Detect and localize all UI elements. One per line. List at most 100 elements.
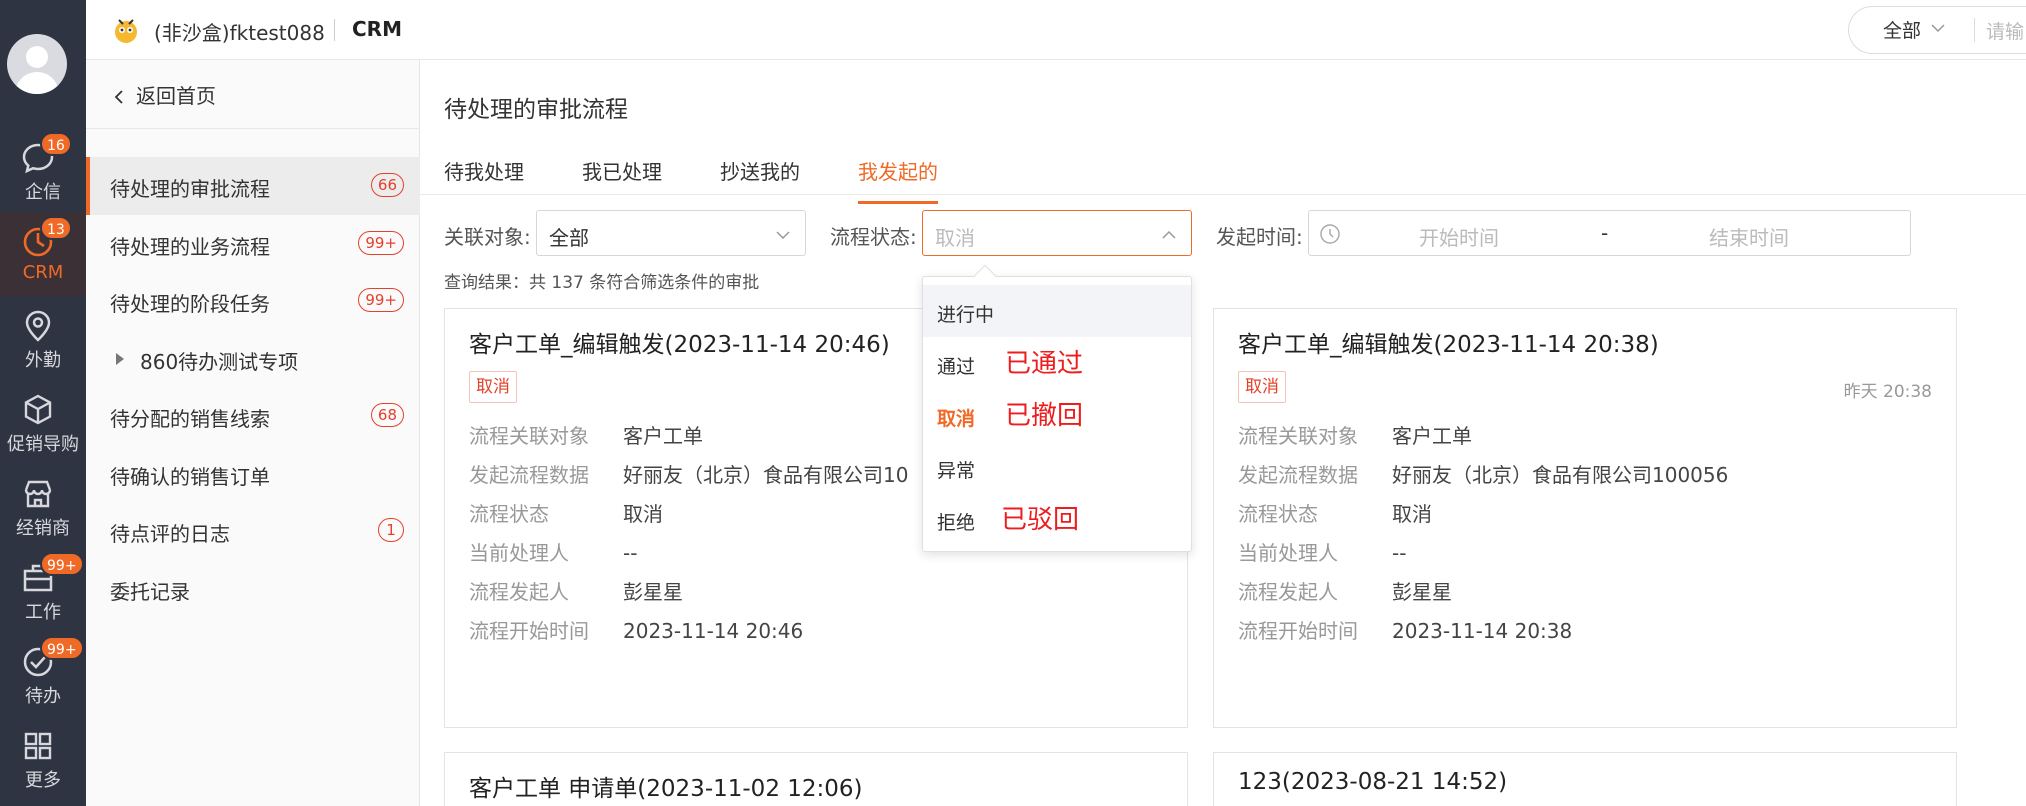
approval-card[interactable]: 客户工单 申请单(2023-11-02 12:06) (444, 752, 1188, 806)
app-rail: 16 企信 13 CRM 外勤 促销导购 经销商 99+ 工作 99+ 待办 更… (0, 0, 86, 806)
chevron-left-icon (114, 90, 123, 104)
field-label: 流程关联对象 (1238, 424, 1358, 448)
option-label: 进行中 (937, 304, 995, 326)
status-dropdown-menu: 进行中 通过 取消 异常 拒绝 已通过 已撤回 已驳回 (922, 264, 1192, 552)
card-field: 流程状态 取消 (1238, 498, 1432, 527)
rail-badge: 99+ (40, 636, 84, 660)
company-logo-icon (110, 14, 142, 46)
field-value: 2023-11-14 20:38 (1392, 619, 1573, 643)
end-date-input[interactable]: 结束时间 (1709, 222, 1789, 251)
sidebar-item-label: 待点评的日志 (110, 522, 230, 546)
sidebar-item-logs[interactable]: 待点评的日志 1 (86, 502, 420, 560)
tab-underline (420, 194, 2026, 195)
approval-card[interactable]: 123(2023-08-21 14:52) (1213, 752, 1957, 806)
annotation-withdrawn: 已撤回 (1005, 401, 1084, 431)
rail-item-todo[interactable]: 99+ 待办 (0, 632, 86, 716)
card-field: 当前处理人 -- (469, 537, 637, 566)
start-date-input[interactable]: 开始时间 (1419, 222, 1499, 251)
back-home-link[interactable]: 返回首页 (112, 80, 216, 109)
search-separator (1974, 18, 1975, 42)
rail-label: 待办 (25, 686, 61, 707)
rail-item-dealer[interactable]: 经销商 (0, 464, 86, 548)
card-field: 发起流程数据 好丽友（北京）食品有限公司100056 (1238, 459, 1728, 488)
count-badge: 99+ (358, 288, 404, 312)
store-icon (20, 476, 56, 512)
sidebar-item-stage[interactable]: 待处理的阶段任务 99+ (86, 272, 420, 330)
rail-badge: 99+ (40, 552, 84, 576)
user-avatar[interactable] (7, 34, 67, 94)
rail-badge: 13 (40, 216, 72, 240)
count-badge: 68 (370, 403, 404, 427)
field-label: 流程状态 (469, 502, 549, 526)
page-title: 待处理的审批流程 (444, 97, 628, 123)
rail-label: 更多 (25, 770, 61, 791)
card-title: 客户工单_编辑触发(2023-11-14 20:38) (1238, 332, 1659, 358)
field-value: 取消 (623, 502, 663, 526)
sidebar-item-label: 待分配的销售线索 (110, 407, 270, 431)
card-field: 流程开始时间 2023-11-14 20:46 (469, 615, 803, 644)
field-value: 客户工单 (623, 424, 703, 448)
rail-badge: 16 (40, 132, 72, 156)
object-filter-select[interactable]: 全部 (536, 210, 806, 256)
chevron-down-icon (1931, 24, 1945, 33)
cube-icon (20, 392, 56, 428)
card-field: 流程关联对象 客户工单 (469, 420, 703, 449)
status-option-in-progress[interactable]: 进行中 (923, 285, 1191, 337)
card-title: 客户工单 申请单(2023-11-02 12:06) (469, 776, 863, 802)
rail-label: 外勤 (25, 350, 61, 371)
sidebar-group-860[interactable]: 860待办测试专项 (86, 330, 420, 388)
field-value: 彭星星 (1392, 580, 1452, 604)
card-field: 流程状态 取消 (469, 498, 663, 527)
range-separator: - (1601, 221, 1609, 245)
object-filter-label: 关联对象: (444, 225, 531, 249)
dropdown-arrow (973, 264, 997, 288)
grid-icon (20, 728, 56, 764)
search-scope-select[interactable]: 全部 (1883, 16, 1921, 43)
object-filter-value: 全部 (549, 226, 589, 250)
sidebar-divider (86, 128, 419, 129)
sidebar-item-orders[interactable]: 待确认的销售订单 (86, 445, 420, 503)
field-label: 当前处理人 (469, 541, 569, 565)
rail-item-more[interactable]: 更多 (0, 716, 86, 800)
field-label: 流程状态 (1238, 502, 1318, 526)
option-label: 通过 (937, 356, 976, 378)
date-range-picker[interactable]: 开始时间 - 结束时间 (1308, 210, 1911, 256)
sidebar-item-label: 待处理的审批流程 (110, 177, 270, 201)
sidebar-item-delegation[interactable]: 委托记录 (86, 560, 420, 618)
sidebar-item-business[interactable]: 待处理的业务流程 99+ (86, 215, 420, 273)
status-option-error[interactable]: 异常 (923, 441, 1191, 493)
sidebar-item-leads[interactable]: 待分配的销售线索 68 (86, 387, 420, 445)
app-name: CRM (352, 17, 402, 41)
status-filter-value: 取消 (935, 226, 975, 250)
rail-item-qixin[interactable]: 16 企信 (0, 128, 86, 212)
rail-label: CRM (22, 262, 64, 283)
global-search-input[interactable]: 请输 (1986, 17, 2024, 44)
card-field: 当前处理人 -- (1238, 537, 1406, 566)
field-value: 好丽友（北京）食品有限公司100056 (1392, 463, 1729, 487)
clock-icon (1320, 224, 1340, 244)
count-badge: 1 (378, 518, 404, 542)
approval-card[interactable]: 客户工单_编辑触发(2023-11-14 20:38) 取消 昨天 20:38 … (1213, 308, 1957, 728)
tenant-name[interactable]: (非沙盒)fktest088 (154, 17, 325, 46)
main-content: 待处理的审批流程 待我处理 我已处理 抄送我的 我发起的 关联对象: 全部 流程… (420, 60, 2026, 806)
card-field: 发起流程数据 好丽友（北京）食品有限公司10 (469, 459, 908, 488)
map-pin-icon (20, 308, 56, 344)
field-label: 流程开始时间 (469, 619, 589, 643)
status-filter-select[interactable]: 取消 (922, 210, 1192, 256)
rail-item-promo[interactable]: 促销导购 (0, 380, 86, 464)
sidebar-item-approval[interactable]: 待处理的审批流程 66 (86, 157, 420, 215)
rail-label: 企信 (25, 182, 61, 203)
card-field: 流程发起人 彭星星 (1238, 576, 1452, 605)
annotation-passed: 已通过 (1005, 349, 1084, 379)
rail-item-waiqin[interactable]: 外勤 (0, 296, 86, 380)
option-label: 拒绝 (937, 512, 976, 534)
card-field: 流程发起人 彭星星 (469, 576, 683, 605)
field-label: 发起流程数据 (1238, 463, 1358, 487)
tab-initiated[interactable]: 我发起的 (858, 156, 938, 204)
rail-item-work[interactable]: 99+ 工作 (0, 548, 86, 632)
field-label: 流程发起人 (1238, 580, 1338, 604)
field-value: 2023-11-14 20:46 (623, 619, 804, 643)
time-filter-label: 发起时间: (1216, 225, 1303, 249)
top-header: (非沙盒)fktest088 CRM 全部 请输 (86, 0, 2026, 60)
rail-item-crm[interactable]: 13 CRM (0, 212, 86, 296)
